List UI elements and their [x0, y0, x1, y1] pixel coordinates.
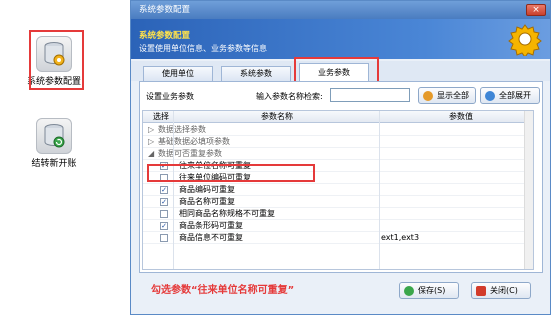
group-row[interactable]: ◢ 数据可否重复参数: [143, 148, 533, 160]
checkbox[interactable]: ✓: [160, 222, 168, 230]
table-row[interactable]: 相同商品名称规格不可重复: [143, 208, 533, 220]
search-label: 输入参数名称检索:: [256, 92, 323, 101]
instruction-note: 勾选参数“往来单位名称可重复”: [151, 285, 295, 296]
banner-title: 系统参数配置: [139, 31, 191, 41]
highlight-box: [29, 30, 84, 90]
params-table: 选择 参数名称 参数值 ▷ 数据选择参数 ▷ 基础数据必填项参数 ◢ 数据可否重…: [142, 110, 534, 270]
close-button[interactable]: 关闭(C): [471, 282, 531, 299]
highlight-box: [147, 164, 315, 182]
expand-arrow-icon[interactable]: ▷: [148, 124, 154, 136]
search-input[interactable]: [330, 88, 410, 102]
checkbox[interactable]: ✓: [160, 198, 168, 206]
expand-all-button[interactable]: 全部展开: [480, 87, 540, 104]
table-row[interactable]: ✓ 商品编码可重复: [143, 184, 533, 196]
table-row[interactable]: 商品信息不可重复 ext1,ext3: [143, 232, 533, 244]
table-row[interactable]: ✓ 商品名称可重复: [143, 196, 533, 208]
column-divider: [173, 111, 174, 269]
checkbox[interactable]: [160, 234, 168, 242]
check-icon: [404, 286, 414, 296]
expand-arrow-icon[interactable]: ▷: [148, 136, 154, 148]
header-select: 选择: [153, 112, 169, 121]
save-button[interactable]: 保存(S): [399, 282, 459, 299]
window-title: 系统参数配置: [131, 1, 550, 19]
close-icon[interactable]: ×: [526, 4, 546, 16]
checkbox[interactable]: ✓: [160, 186, 168, 194]
group-row[interactable]: ▷ 数据选择参数: [143, 124, 533, 136]
settings-window: 系统参数配置 × 系统参数配置 设置使用单位信息、业务参数等信息 使用单位 系统…: [130, 0, 551, 315]
header-value: 参数值: [449, 112, 473, 121]
expand-all-icon: [485, 91, 495, 101]
gear-icon: [508, 24, 542, 56]
column-divider: [379, 111, 380, 269]
banner-subtitle: 设置使用单位信息、业务参数等信息: [139, 44, 267, 53]
tab-unit[interactable]: 使用单位: [143, 66, 213, 81]
section-label: 设置业务参数: [146, 92, 194, 101]
show-all-button[interactable]: 显示全部: [418, 87, 476, 104]
database-refresh-icon[interactable]: [36, 118, 72, 154]
vertical-scrollbar[interactable]: [524, 111, 533, 269]
close-x-icon: [476, 286, 486, 296]
left-panel: 系统参数配置 结转新开账: [0, 0, 126, 315]
show-all-icon: [423, 91, 433, 101]
table-row[interactable]: ✓ 商品条形码可重复: [143, 220, 533, 232]
tab-system[interactable]: 系统参数: [221, 66, 291, 81]
banner: 系统参数配置 设置使用单位信息、业务参数等信息: [131, 19, 550, 59]
header-name: 参数名称: [261, 112, 293, 121]
group-row[interactable]: ▷ 基础数据必填项参数: [143, 136, 533, 148]
toolbar: 设置业务参数 输入参数名称检索: 显示全部 全部展开: [140, 82, 542, 108]
sidebar-item-label[interactable]: 结转新开账: [4, 156, 104, 169]
collapse-arrow-icon[interactable]: ◢: [148, 148, 154, 160]
checkbox[interactable]: [160, 210, 168, 218]
table-header: 选择 参数名称 参数值: [143, 111, 533, 123]
